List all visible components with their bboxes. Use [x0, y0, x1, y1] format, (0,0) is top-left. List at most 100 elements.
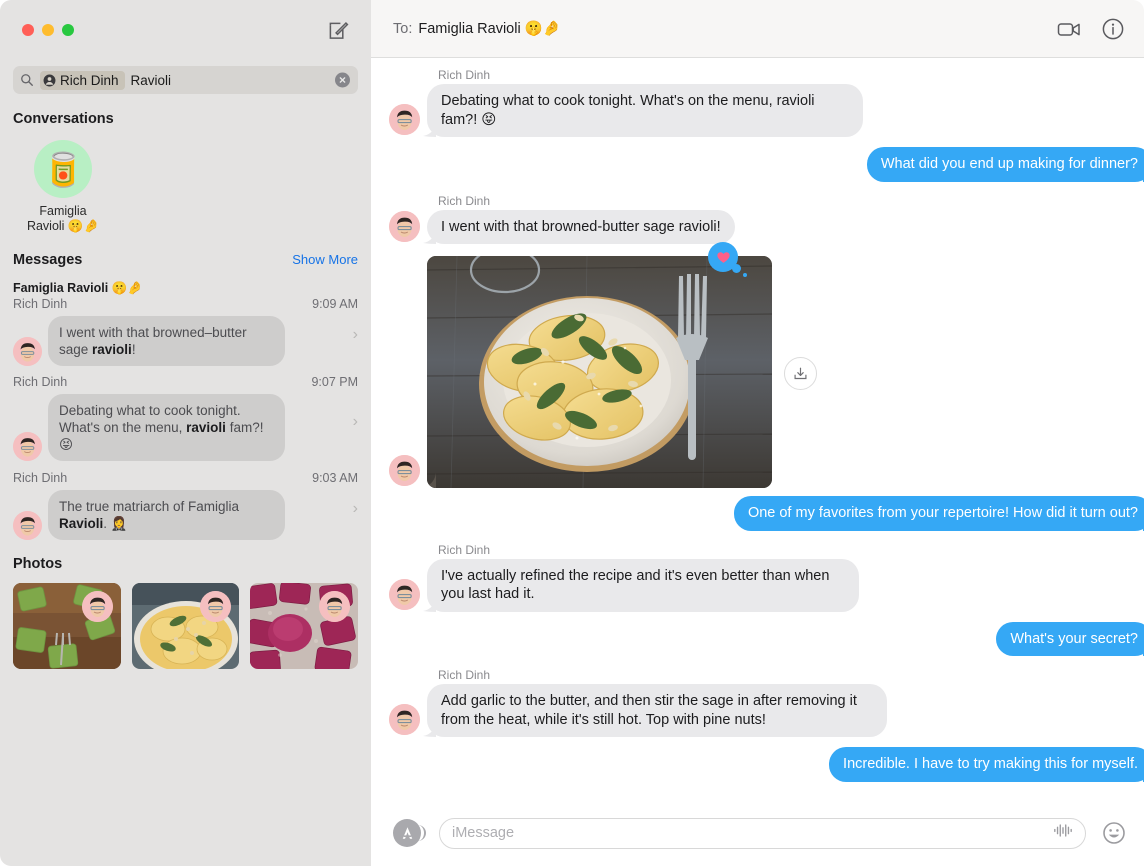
result-text-match: ravioli — [186, 420, 226, 435]
clear-circle-icon[interactable] — [335, 72, 350, 88]
to-label: To: — [393, 20, 413, 37]
conversation-header: To: Famiglia Ravioli 🤫🤌 — [371, 0, 1144, 58]
message-input-bar: iMessage — [371, 800, 1144, 866]
photo-results — [0, 572, 371, 669]
app-store-icon[interactable] — [393, 819, 426, 847]
message-result-row[interactable]: Rich Dinh 9:07 PM Debating what to cook … — [0, 374, 371, 461]
show-more-button[interactable]: Show More — [292, 252, 358, 267]
result-group-title: Famiglia Ravioli 🤫🤌 — [13, 281, 143, 295]
close-button[interactable] — [22, 24, 34, 36]
avatar — [13, 432, 42, 461]
message-row-outgoing: One of my favorites from your repertoire… — [371, 496, 1144, 531]
bubble-tail — [422, 227, 436, 244]
result-bubble: The true matriarch of Famiglia Ravioli. … — [48, 490, 285, 540]
message-row-incoming: Rich Dinh I've actually refined the reci… — [371, 543, 1144, 612]
message-bubble[interactable]: I went with that browned-butter sage rav… — [423, 209, 735, 244]
search-token-contact[interactable]: Rich Dinh — [40, 70, 125, 90]
message-result-row[interactable]: Rich Dinh 9:03 AM The true matriarch of … — [0, 470, 371, 540]
message-row-incoming: Rich Dinh I went with that browned-butte… — [371, 193, 1144, 244]
photo-thumbnail[interactable] — [131, 583, 240, 669]
info-circle-icon[interactable] — [1100, 16, 1126, 42]
sidebar-titlebar — [0, 0, 371, 60]
bubble-tail — [427, 471, 436, 488]
result-text-before: I went with that browned–butter sage — [59, 325, 247, 357]
conversations-title: Conversations — [13, 111, 114, 127]
avatar — [389, 578, 420, 610]
photo-thumbnail[interactable] — [250, 583, 359, 669]
message-row-outgoing: What did you end up making for dinner? — [371, 147, 1144, 182]
message-result-row[interactable]: Famiglia Ravioli 🤫🤌 Rich Dinh 9:09 AM I … — [0, 272, 371, 366]
incoming-column: Rich Dinh I've actually refined the reci… — [423, 542, 859, 612]
message-input-placeholder: iMessage — [452, 825, 515, 841]
photos-title: Photos — [13, 556, 63, 572]
message-bubble[interactable]: Incredible. I have to try making this fo… — [829, 747, 1144, 782]
result-sender: Rich Dinh — [13, 375, 68, 389]
avatar — [81, 591, 113, 622]
message-results-list: Famiglia Ravioli 🤫🤌 Rich Dinh 9:09 AM I … — [0, 272, 371, 540]
minimize-button[interactable] — [42, 24, 54, 36]
result-meta: Rich Dinh 9:03 AM — [13, 470, 358, 485]
avatar — [13, 511, 42, 540]
compose-icon[interactable] — [328, 20, 349, 41]
message-row-outgoing: What's your secret? — [371, 621, 1144, 656]
conversation-name: Famiglia Ravioli 🤫🤌 — [27, 204, 99, 234]
sidebar: Rich Dinh Ravioli Conversations 🥫 Famigl… — [0, 0, 371, 866]
result-body: I went with that browned–butter sage rav… — [13, 316, 358, 366]
avatar — [389, 704, 420, 735]
message-bubble[interactable]: I've actually refined the recipe and it'… — [423, 558, 859, 612]
result-body: Debating what to cook tonight. What's on… — [13, 394, 358, 461]
message-row-photo — [371, 242, 1144, 488]
avatar — [389, 455, 420, 486]
message-bubble[interactable]: Debating what to cook tonight. What's on… — [423, 84, 863, 137]
result-body: The true matriarch of Famiglia Ravioli. … — [13, 490, 358, 540]
tapback-heart-reaction[interactable] — [708, 242, 747, 277]
bubble-tail — [422, 120, 436, 137]
emoji-smiley-icon[interactable] — [1102, 821, 1126, 845]
avatar — [389, 211, 420, 242]
message-row-incoming: Rich Dinh Add garlic to the butter, and … — [371, 668, 1144, 737]
message-input-field[interactable]: iMessage — [439, 817, 1086, 849]
incoming-column: Rich Dinh Debating what to cook tonight.… — [423, 68, 863, 137]
search-token-label: Rich Dinh — [60, 72, 119, 88]
result-text-after: ! — [131, 342, 136, 357]
photo-attachment[interactable] — [427, 256, 772, 488]
conversation-result-famiglia-ravioli[interactable]: 🥫 Famiglia Ravioli 🤫🤌 — [20, 140, 106, 234]
messages-window: Rich Dinh Ravioli Conversations 🥫 Famigl… — [0, 0, 1144, 866]
sender-name: Rich Dinh — [438, 542, 491, 557]
message-row-outgoing: Incredible. I have to try making this fo… — [371, 747, 1144, 782]
result-bubble: I went with that browned–butter sage rav… — [48, 316, 285, 366]
audio-waveform-icon[interactable] — [1053, 823, 1073, 843]
video-camera-icon[interactable] — [1056, 16, 1082, 42]
recipient-name[interactable]: Famiglia Ravioli 🤫🤌 — [418, 20, 560, 37]
search-field[interactable]: Rich Dinh Ravioli — [13, 66, 358, 94]
conversation-name-line2: Ravioli 🤫🤌 — [26, 219, 100, 233]
tapback-dot-small — [743, 273, 747, 277]
message-bubble[interactable]: What's your secret? — [996, 621, 1144, 656]
sender-name: Rich Dinh — [438, 68, 491, 82]
download-icon[interactable] — [784, 357, 817, 390]
result-meta: Rich Dinh 9:09 AM — [13, 296, 358, 311]
window-traffic-lights — [22, 24, 74, 36]
conversation-pane: To: Famiglia Ravioli 🤫🤌 Rich Dinh Debati… — [371, 0, 1144, 866]
result-sender: Rich Dinh — [13, 471, 68, 485]
photo-thumbnail[interactable] — [13, 583, 121, 669]
sender-name: Rich Dinh — [438, 668, 491, 682]
search-icon — [20, 73, 34, 87]
bubble-tail — [422, 595, 436, 612]
message-thread[interactable]: Rich Dinh Debating what to cook tonight.… — [371, 58, 1144, 800]
message-bubble[interactable]: Add garlic to the butter, and then stir … — [423, 684, 887, 737]
conversations-section-header: Conversations — [0, 111, 371, 127]
result-sender: Rich Dinh — [13, 297, 68, 311]
bubble-tail — [422, 720, 436, 737]
contact-person-icon — [43, 74, 56, 87]
messages-section-header: Messages Show More — [0, 252, 371, 268]
zoom-button[interactable] — [62, 24, 74, 36]
conversations-results: 🥫 Famiglia Ravioli 🤫🤌 — [0, 127, 371, 234]
message-bubble[interactable]: What did you end up making for dinner? — [866, 147, 1144, 182]
incoming-column: Rich Dinh Add garlic to the butter, and … — [423, 668, 887, 737]
result-bubble: Debating what to cook tonight. What's on… — [48, 394, 285, 461]
avatar — [319, 591, 351, 622]
result-time: 9:09 AM — [312, 297, 358, 311]
sender-name: Rich Dinh — [438, 193, 491, 208]
message-bubble[interactable]: One of my favorites from your repertoire… — [733, 496, 1144, 531]
